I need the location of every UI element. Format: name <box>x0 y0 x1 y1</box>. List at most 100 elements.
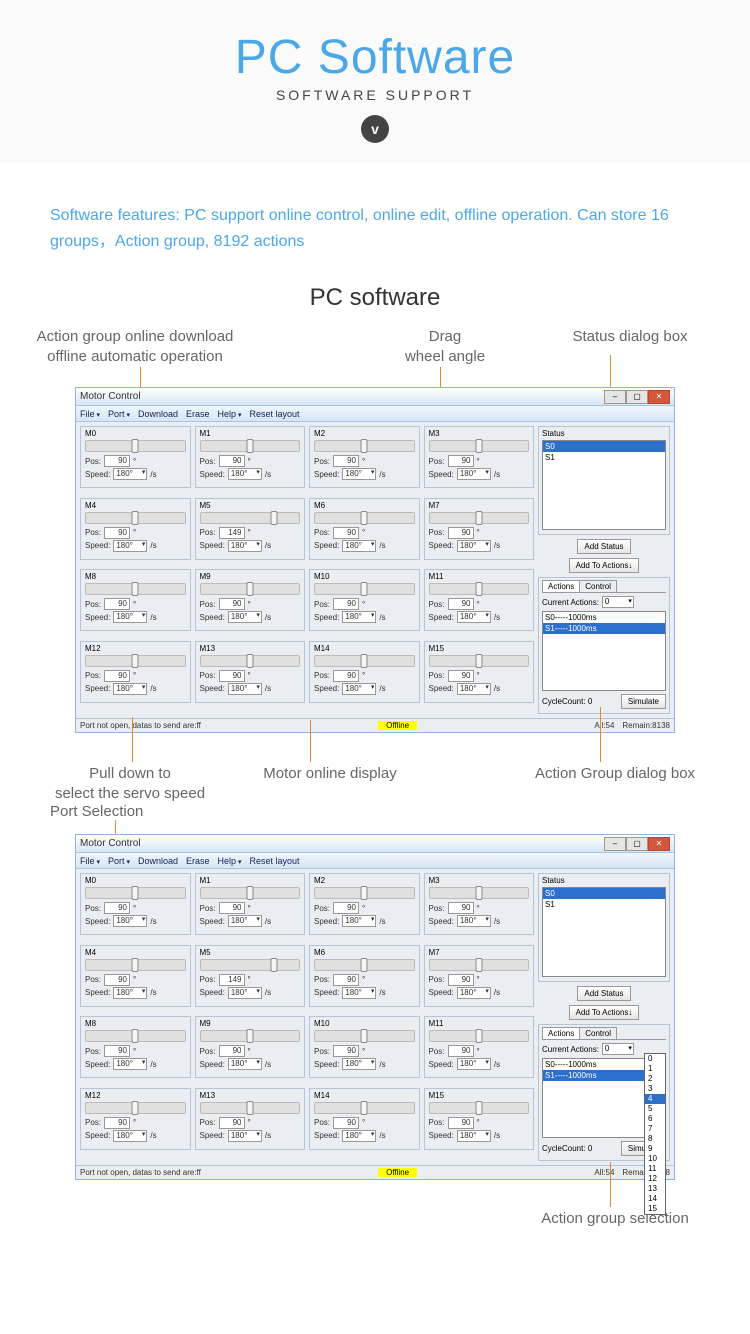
minimize-button[interactable]: – <box>604 837 626 851</box>
speed-select[interactable]: 180° <box>457 611 491 623</box>
action-group-dropdown[interactable]: 0123456789101112131415 <box>644 1053 666 1215</box>
position-slider[interactable] <box>85 655 186 667</box>
titlebar[interactable]: Motor Control – ▢ ✕ <box>76 388 674 406</box>
dropdown-option[interactable]: 6 <box>645 1114 665 1124</box>
dropdown-option[interactable]: 7 <box>645 1124 665 1134</box>
pos-input[interactable]: 90 <box>104 670 130 682</box>
pos-input[interactable]: 90 <box>219 455 245 467</box>
speed-select[interactable]: 180° <box>113 987 147 999</box>
menu-help[interactable]: Help <box>218 409 242 419</box>
position-slider[interactable] <box>200 512 301 524</box>
pos-input[interactable]: 90 <box>219 1045 245 1057</box>
speed-select[interactable]: 180° <box>457 1058 491 1070</box>
speed-select[interactable]: 180° <box>342 1130 376 1142</box>
dropdown-option[interactable]: 12 <box>645 1174 665 1184</box>
menu-erase[interactable]: Erase <box>186 856 210 866</box>
speed-select[interactable]: 180° <box>228 987 262 999</box>
pos-input[interactable]: 90 <box>448 670 474 682</box>
pos-input[interactable]: 90 <box>104 974 130 986</box>
pos-input[interactable]: 90 <box>333 1045 359 1057</box>
position-slider[interactable] <box>200 1102 301 1114</box>
speed-select[interactable]: 180° <box>228 1058 262 1070</box>
pos-input[interactable]: 90 <box>333 670 359 682</box>
actions-listbox[interactable]: S0-----1000msS1-----1000ms <box>542 611 666 691</box>
speed-select[interactable]: 180° <box>113 540 147 552</box>
pos-input[interactable]: 90 <box>219 670 245 682</box>
speed-select[interactable]: 180° <box>228 915 262 927</box>
add-to-actions-button[interactable]: Add To Actions↓ <box>569 1005 640 1020</box>
menu-help[interactable]: Help <box>218 856 242 866</box>
status-listbox[interactable]: S0S1 <box>542 440 666 530</box>
add-to-actions-button[interactable]: Add To Actions↓ <box>569 558 640 573</box>
speed-select[interactable]: 180° <box>113 1058 147 1070</box>
dropdown-option[interactable]: 1 <box>645 1064 665 1074</box>
speed-select[interactable]: 180° <box>228 611 262 623</box>
pos-input[interactable]: 90 <box>104 527 130 539</box>
speed-select[interactable]: 180° <box>457 987 491 999</box>
close-button[interactable]: ✕ <box>648 837 670 851</box>
speed-select[interactable]: 180° <box>342 683 376 695</box>
pos-input[interactable]: 90 <box>104 1117 130 1129</box>
pos-input[interactable]: 90 <box>333 598 359 610</box>
menu-download[interactable]: Download <box>138 856 178 866</box>
tab-actions[interactable]: Actions <box>542 1027 580 1039</box>
position-slider[interactable] <box>200 887 301 899</box>
position-slider[interactable] <box>85 440 186 452</box>
dropdown-option[interactable]: 14 <box>645 1194 665 1204</box>
titlebar[interactable]: Motor Control – ▢ ✕ <box>76 835 674 853</box>
dropdown-option[interactable]: 8 <box>645 1134 665 1144</box>
speed-select[interactable]: 180° <box>457 1130 491 1142</box>
speed-select[interactable]: 180° <box>113 1130 147 1142</box>
menu-file[interactable]: File <box>80 856 100 866</box>
position-slider[interactable] <box>85 887 186 899</box>
speed-select[interactable]: 180° <box>228 468 262 480</box>
position-slider[interactable] <box>200 959 301 971</box>
position-slider[interactable] <box>429 959 530 971</box>
menu-port[interactable]: Port <box>108 856 130 866</box>
pos-input[interactable]: 90 <box>219 902 245 914</box>
speed-select[interactable]: 180° <box>457 915 491 927</box>
close-button[interactable]: ✕ <box>648 390 670 404</box>
add-status-button[interactable]: Add Status <box>577 539 630 554</box>
pos-input[interactable]: 90 <box>333 527 359 539</box>
status-item[interactable]: S1 <box>543 899 665 910</box>
add-status-button[interactable]: Add Status <box>577 986 630 1001</box>
action-item[interactable]: S0-----1000ms <box>543 612 665 623</box>
pos-input[interactable]: 90 <box>448 902 474 914</box>
speed-select[interactable]: 180° <box>342 540 376 552</box>
pos-input[interactable]: 90 <box>448 527 474 539</box>
pos-input[interactable]: 90 <box>104 1045 130 1057</box>
speed-select[interactable]: 180° <box>228 540 262 552</box>
position-slider[interactable] <box>200 655 301 667</box>
position-slider[interactable] <box>314 1102 415 1114</box>
dropdown-option[interactable]: 4 <box>645 1094 665 1104</box>
pos-input[interactable]: 90 <box>219 598 245 610</box>
speed-select[interactable]: 180° <box>457 683 491 695</box>
menu-reset-layout[interactable]: Reset layout <box>250 409 300 419</box>
speed-select[interactable]: 180° <box>228 683 262 695</box>
position-slider[interactable] <box>314 1030 415 1042</box>
pos-input[interactable]: 90 <box>333 1117 359 1129</box>
menu-file[interactable]: File <box>80 409 100 419</box>
pos-input[interactable]: 90 <box>104 455 130 467</box>
pos-input[interactable]: 90 <box>448 974 474 986</box>
position-slider[interactable] <box>314 959 415 971</box>
position-slider[interactable] <box>314 512 415 524</box>
pos-input[interactable]: 90 <box>448 1117 474 1129</box>
dropdown-option[interactable]: 0 <box>645 1054 665 1064</box>
menu-reset-layout[interactable]: Reset layout <box>250 856 300 866</box>
speed-select[interactable]: 180° <box>457 468 491 480</box>
speed-select[interactable]: 180° <box>228 1130 262 1142</box>
tab-control[interactable]: Control <box>579 580 617 592</box>
status-item[interactable]: S0 <box>543 441 665 452</box>
tab-actions[interactable]: Actions <box>542 580 580 592</box>
dropdown-option[interactable]: 13 <box>645 1184 665 1194</box>
position-slider[interactable] <box>429 512 530 524</box>
current-actions-select[interactable]: 0 <box>602 1043 634 1055</box>
position-slider[interactable] <box>314 583 415 595</box>
dropdown-option[interactable]: 3 <box>645 1084 665 1094</box>
speed-select[interactable]: 180° <box>342 1058 376 1070</box>
position-slider[interactable] <box>85 1030 186 1042</box>
position-slider[interactable] <box>200 1030 301 1042</box>
dropdown-option[interactable]: 5 <box>645 1104 665 1114</box>
